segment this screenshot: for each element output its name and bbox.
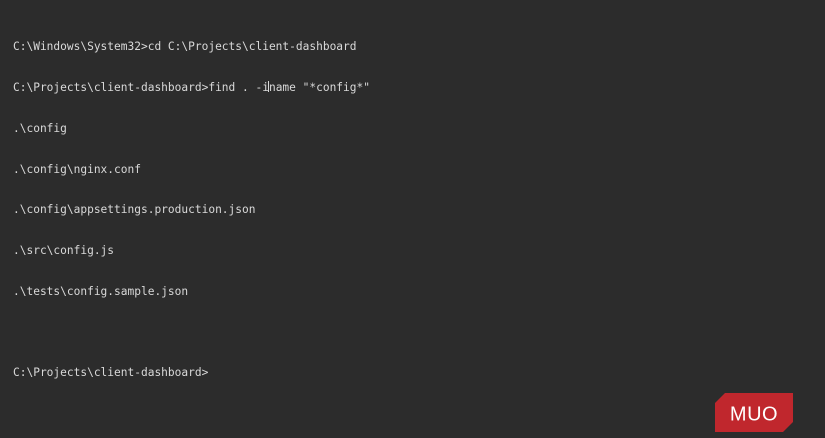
muo-logo: MUO (715, 366, 793, 433)
command-text-after-cursor: name "*config*" (268, 80, 370, 94)
muo-logo-text: MUO (730, 404, 778, 426)
output-line: .\config\nginx.conf (13, 162, 141, 176)
command-text-before-cursor: C:\Projects\client-dashboard>find . -i (13, 80, 269, 94)
output-line: .\src\config.js (13, 244, 115, 258)
terminal-prompt: C:\Projects\client-dashboard> (13, 366, 209, 380)
terminal-line: C:\Windows\System32>cd C:\Projects\clien… (13, 40, 357, 54)
output-line: .\config\appsettings.production.json (13, 203, 256, 217)
muo-logo-icon: MUO (715, 393, 793, 433)
terminal-window[interactable]: C:\Windows\System32>cd C:\Projects\clien… (0, 0, 825, 438)
output-line: .\config (13, 121, 67, 135)
terminal-command-line: C:\Projects\client-dashboard>find . -ina… (13, 80, 825, 95)
output-line: .\tests\config.sample.json (13, 284, 189, 298)
